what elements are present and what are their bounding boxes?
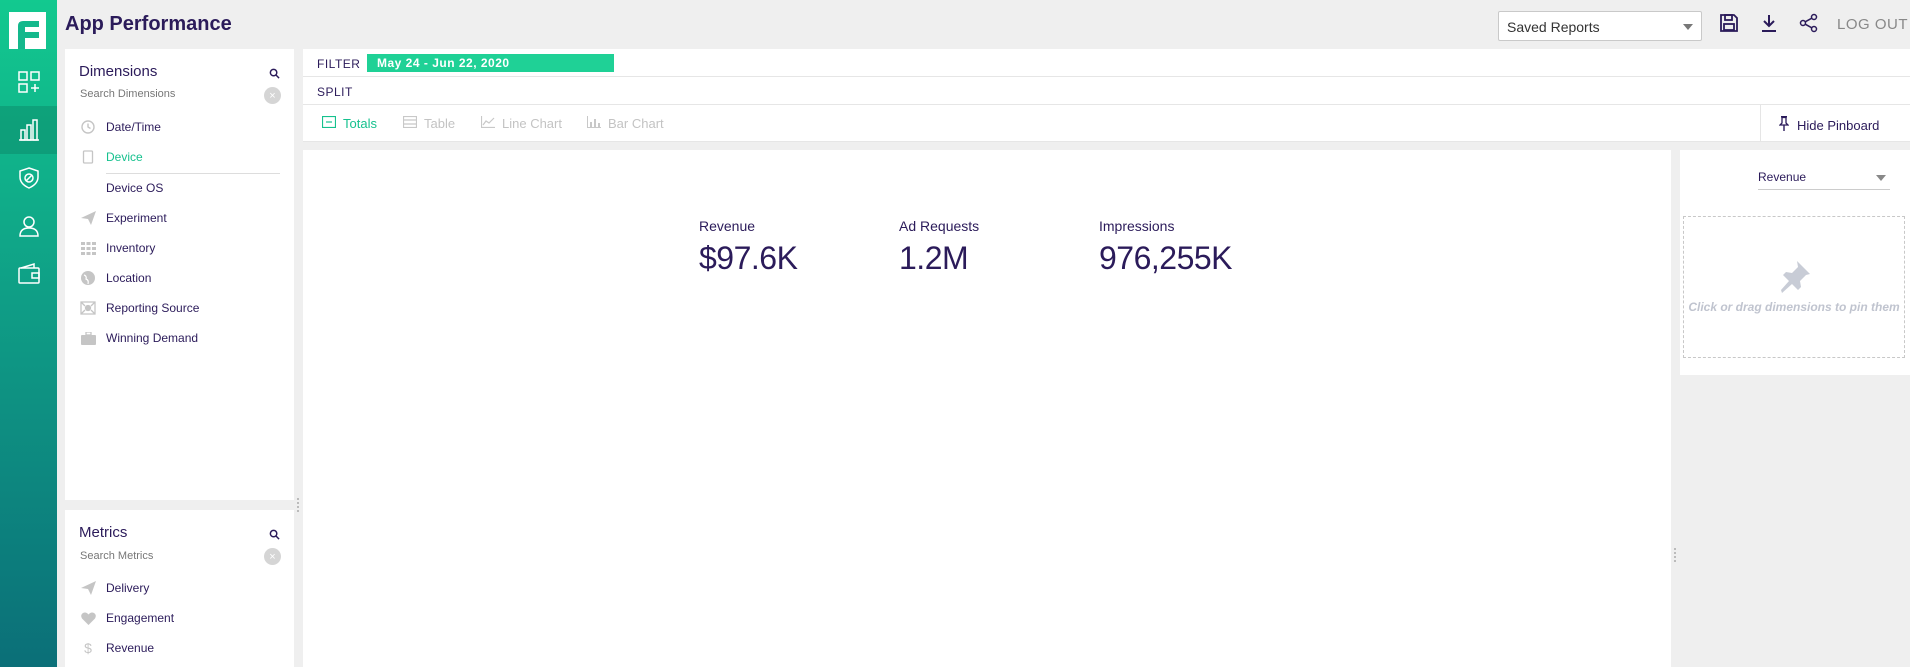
search-icon[interactable] — [269, 66, 280, 84]
dimensions-title: Dimensions — [79, 63, 158, 80]
dimensions-panel: Dimensions Search Dimensions × Date/Time… — [65, 49, 294, 500]
globe-icon — [80, 270, 96, 286]
briefcase-icon — [80, 330, 96, 346]
dimension-item-reporting-source[interactable]: Reporting Source — [80, 298, 199, 318]
panel-resize-handle[interactable] — [297, 498, 300, 514]
close-icon[interactable]: × — [264, 548, 281, 565]
metric-item-engagement[interactable]: Engagement — [80, 608, 174, 628]
chevron-down-icon — [1683, 24, 1693, 30]
pinboard-resize-handle[interactable] — [1674, 548, 1677, 564]
line-chart-icon — [480, 116, 495, 131]
pinboard-metric-label: Revenue — [1758, 170, 1807, 184]
kpi-revenue: Revenue $97.6K — [699, 218, 798, 277]
tab-table[interactable]: Table — [402, 115, 455, 131]
metrics-title: Metrics — [79, 524, 128, 541]
dimension-item-winning-demand[interactable]: Winning Demand — [80, 328, 198, 348]
pinboard-panel: Revenue Click or drag dimensions to pin … — [1680, 150, 1910, 375]
tab-totals[interactable]: Totals — [321, 115, 377, 131]
filter-bar: FILTER May 24 - Jun 22, 2020 — [303, 49, 1910, 77]
pin-icon — [1778, 116, 1790, 134]
metric-item-revenue[interactable]: $ Revenue — [80, 638, 154, 658]
dimension-item-datetime[interactable]: Date/Time — [80, 117, 161, 137]
pinboard-metric-select[interactable]: Revenue — [1758, 170, 1890, 190]
floppy-disk-icon — [1719, 13, 1739, 38]
kpi-label: Ad Requests — [899, 218, 980, 234]
nav-wallet[interactable] — [0, 250, 57, 298]
split-bar[interactable]: SPLIT — [303, 77, 1910, 105]
page-title: App Performance — [65, 13, 232, 35]
dimension-item-device-os[interactable]: Device OS — [106, 178, 163, 198]
tab-bar-chart[interactable]: Bar Chart — [587, 116, 664, 131]
nav-users[interactable] — [0, 202, 57, 250]
nav-reports[interactable] — [0, 106, 57, 154]
paper-plane-icon — [80, 580, 96, 596]
close-icon[interactable]: × — [264, 87, 281, 104]
search-icon[interactable] — [269, 527, 280, 545]
totals-icon — [321, 115, 337, 131]
download-button[interactable] — [1757, 13, 1781, 37]
source-icon — [80, 300, 96, 316]
metrics-search-input[interactable]: Search Metrics — [80, 550, 153, 562]
kpi-value: 976,255K — [1099, 240, 1233, 276]
divider — [1760, 105, 1761, 142]
split-label: SPLIT — [317, 85, 353, 99]
nav-dashboard[interactable] — [0, 58, 57, 106]
paper-plane-icon — [80, 210, 96, 226]
metric-item-delivery[interactable]: Delivery — [80, 578, 149, 598]
download-icon — [1759, 13, 1779, 38]
app-logo[interactable] — [9, 12, 46, 49]
kpi-value: $97.6K — [699, 240, 798, 276]
dollar-icon: $ — [84, 640, 92, 656]
saved-reports-select[interactable]: Saved Reports — [1498, 11, 1702, 41]
saved-reports-label: Saved Reports — [1507, 19, 1600, 35]
table-icon — [402, 115, 418, 131]
metrics-panel: Metrics Search Metrics × Delivery Engage… — [65, 510, 294, 667]
dimension-item-experiment[interactable]: Experiment — [80, 208, 167, 228]
shield-icon — [17, 166, 41, 190]
heart-icon — [80, 610, 96, 626]
chevron-down-icon — [1876, 175, 1886, 181]
share-icon — [1799, 13, 1819, 38]
date-filter-chip[interactable]: May 24 - Jun 22, 2020 — [367, 54, 614, 72]
kpi-label: Revenue — [699, 218, 756, 234]
nav-security[interactable] — [0, 154, 57, 202]
tab-line-chart[interactable]: Line Chart — [480, 116, 562, 131]
kpi-label: Impressions — [1099, 218, 1175, 234]
filter-label: FILTER — [317, 57, 361, 71]
left-rail — [0, 0, 57, 667]
report-canvas: Revenue $97.6K Ad Requests 1.2M Impressi… — [303, 150, 1671, 667]
dashboard-add-icon — [17, 70, 41, 94]
top-header: App Performance Saved Reports LOG OUT — [57, 0, 1910, 49]
divider — [106, 173, 280, 174]
user-icon — [17, 214, 41, 238]
pinboard-drop-zone[interactable]: Click or drag dimensions to pin them — [1683, 216, 1905, 358]
kpi-value: 1.2M — [899, 240, 969, 276]
kpi-impressions: Impressions 976,255K — [1099, 218, 1233, 277]
kpi-ad-requests: Ad Requests 1.2M — [899, 218, 979, 277]
clock-icon — [80, 119, 96, 135]
bar-chart-icon — [17, 118, 41, 142]
visualization-bar: Totals Table Line Chart Bar Chart Hide P… — [303, 105, 1910, 142]
dimension-item-device[interactable]: Device — [80, 147, 143, 167]
dimension-item-inventory[interactable]: Inventory — [80, 238, 155, 258]
logout-button[interactable]: LOG OUT — [1837, 16, 1908, 33]
share-button[interactable] — [1797, 13, 1821, 37]
bar-chart-icon — [587, 116, 601, 131]
grid-icon — [80, 240, 96, 256]
dimensions-search-input[interactable]: Search Dimensions — [80, 88, 175, 100]
hide-pinboard-button[interactable]: Hide Pinboard — [1778, 116, 1879, 134]
save-button[interactable] — [1717, 13, 1741, 37]
wallet-icon — [17, 262, 41, 286]
dimension-item-location[interactable]: Location — [80, 268, 151, 288]
pinboard-hint: Click or drag dimensions to pin them — [1688, 300, 1900, 314]
pin-icon — [1778, 259, 1812, 298]
device-icon — [80, 149, 96, 165]
